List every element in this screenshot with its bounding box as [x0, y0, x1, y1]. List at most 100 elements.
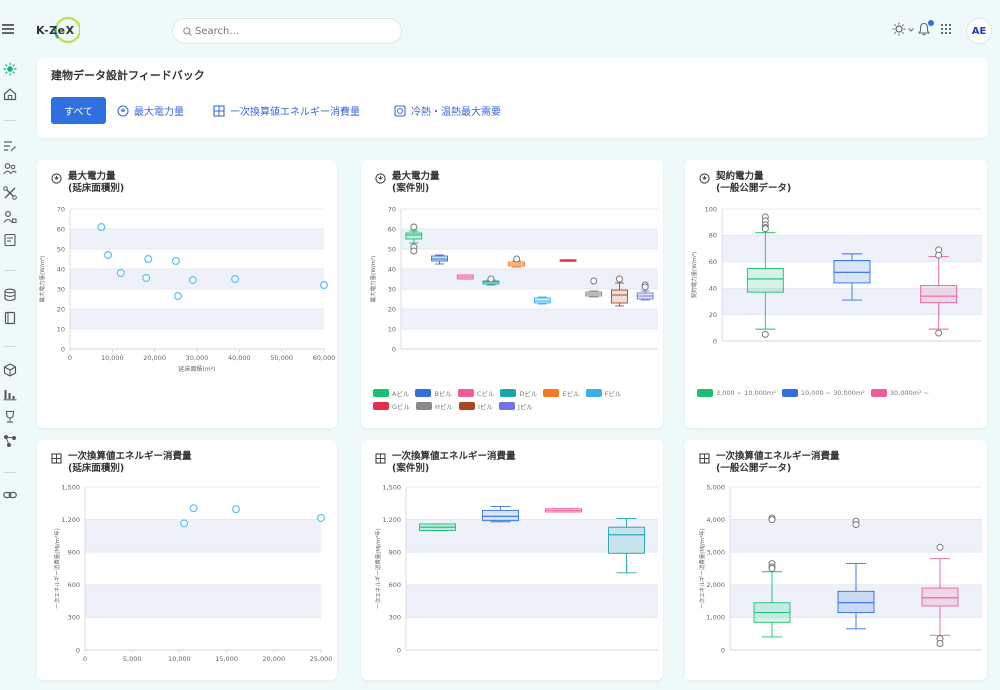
legend-label: Hビル: [435, 402, 453, 411]
chart-card-max-power-by-area: 最大電力量 (延床面積別) 0 10 20 30 40 50 60 70 最大電力量(W/m²) 0…: [37, 160, 337, 428]
box-outlier: [513, 255, 521, 263]
y-tick-label: 1,200: [61, 516, 80, 524]
chart-card-energy-by-area: 一次換算値エネルギー消費量 (延床面積別) 0 300 600 900 1,200 1,50…: [37, 440, 337, 680]
scatter-point: [317, 513, 326, 522]
legend-swatch: [543, 388, 560, 397]
box-7: [559, 259, 577, 262]
user-settings-icon[interactable]: [3, 210, 17, 224]
box-outlier: [410, 247, 418, 255]
legend-swatch: [498, 401, 515, 410]
feedback-star-icon[interactable]: [3, 62, 17, 76]
legend-swatch: [416, 401, 433, 410]
y-axis-label: 契約電力量(W/m²): [690, 252, 698, 299]
legend-label: Jビル: [517, 402, 533, 411]
page-title: 建物データ設計フィードバック: [51, 69, 205, 82]
search-input[interactable]: [195, 23, 395, 40]
x-tick-label: 10,000: [101, 354, 124, 362]
chart-card-max-power-by-project: 最大電力量 (案件別) 0 10 20 30 40 50 60 70 最大電力量(W/m²) Aビ…: [361, 160, 663, 428]
legend-label: Cビル: [476, 389, 495, 398]
legend-label: 30,000m² ~: [889, 388, 930, 397]
y-tick-label: 20: [709, 311, 717, 319]
tab-all[interactable]: すべて: [51, 97, 106, 124]
box-outlier: [410, 223, 418, 231]
apps-grid-icon[interactable]: [941, 24, 951, 34]
legend-label: Dビル: [519, 389, 538, 398]
tab-cooling-heating[interactable]: 冷熱・温熱最大需要: [394, 97, 501, 124]
y-tick-label: 600: [389, 581, 401, 589]
link-icon[interactable]: [3, 488, 17, 502]
legend-item[interactable]: Fビル: [585, 386, 622, 399]
database-icon[interactable]: [3, 288, 17, 302]
tab-primary-energy[interactable]: 一次換算値エネルギー消費量: [213, 97, 360, 124]
x-tick-label: 20,000: [262, 655, 285, 663]
box-outlier: [761, 330, 769, 338]
box-body: [921, 587, 959, 607]
legend-item[interactable]: Hビル: [416, 399, 453, 412]
legend-item[interactable]: Dビル: [500, 386, 537, 399]
x-tick-label: 50,000: [270, 354, 293, 362]
x-tick-label: 15,000: [215, 655, 238, 663]
theme-sun-icon[interactable]: [892, 22, 906, 36]
x-tick-label: 25,000: [310, 655, 333, 663]
y-tick-label: 0: [397, 646, 401, 654]
y-tick-label: 50: [57, 245, 65, 253]
legend-item[interactable]: Cビル: [457, 386, 495, 399]
legend-item[interactable]: Bビル: [415, 386, 452, 399]
box-5: [508, 255, 526, 268]
y-tick-label: 300: [68, 614, 80, 622]
box-body: [746, 267, 784, 293]
y-tick-label: 80: [709, 232, 717, 240]
box-outlier: [761, 225, 769, 233]
grid-band: [85, 519, 321, 553]
tools-icon[interactable]: [3, 186, 17, 200]
y-tick-label: 0: [76, 646, 80, 654]
box-body: [482, 509, 519, 522]
user-avatar[interactable]: AE: [966, 18, 992, 44]
menu-icon[interactable]: [2, 24, 14, 34]
legend-label: 3,000 ~ 10,000m²: [716, 388, 776, 397]
legend-item[interactable]: 3,000 ~ 10,000m²: [697, 386, 776, 399]
box-body: [608, 526, 645, 554]
legend-item[interactable]: Jビル: [498, 399, 533, 412]
box-body: [833, 260, 871, 284]
box-body: [837, 590, 875, 613]
legend-item[interactable]: Iビル: [458, 399, 493, 412]
home-icon[interactable]: [3, 87, 17, 101]
scatter-point: [188, 275, 197, 284]
legend-item[interactable]: Eビル: [543, 386, 580, 399]
grid-band: [406, 584, 658, 618]
document-list-icon[interactable]: [3, 233, 17, 247]
legend-item[interactable]: Gビル: [373, 399, 410, 412]
x-tick-label: 10,000: [168, 655, 191, 663]
box-outlier: [936, 639, 944, 647]
box-6: [533, 296, 551, 305]
network-icon[interactable]: [3, 434, 17, 448]
scatter-point: [320, 280, 329, 289]
app-logo[interactable]: K-ZeX: [36, 16, 80, 46]
legend-item[interactable]: Aビル: [373, 386, 409, 399]
y-tick-label: 0: [392, 345, 396, 353]
trophy-icon[interactable]: [3, 410, 17, 424]
chevron-down-icon[interactable]: [908, 28, 914, 32]
y-tick-label: 1,000: [706, 614, 725, 622]
y-tick-label: 70: [57, 205, 65, 213]
bar-chart-icon[interactable]: [3, 387, 17, 401]
legend-item[interactable]: 30,000m² ~: [870, 386, 930, 399]
legend-item[interactable]: 10,000 ~ 30,000m²: [781, 386, 865, 399]
y-tick-label: 60: [388, 225, 396, 233]
legend-label: Gビル: [392, 402, 411, 411]
y-tick-label: 5,000: [706, 483, 725, 491]
book-icon[interactable]: [3, 311, 17, 325]
x-tick-label: 30,000: [186, 354, 209, 362]
search-bar[interactable]: [172, 18, 402, 44]
y-tick-label: 30: [388, 285, 396, 293]
users-icon[interactable]: [3, 162, 17, 176]
x-tick-label: 5,000: [123, 655, 142, 663]
legend-swatch: [415, 388, 432, 397]
cube-icon[interactable]: [3, 363, 17, 377]
list-edit-icon[interactable]: [3, 139, 17, 153]
legend-label: Fビル: [604, 389, 622, 398]
box-2: [482, 506, 519, 523]
tab-max-power[interactable]: 最大電力量: [117, 97, 184, 124]
top-bar: K-ZeX AE: [0, 0, 1000, 60]
